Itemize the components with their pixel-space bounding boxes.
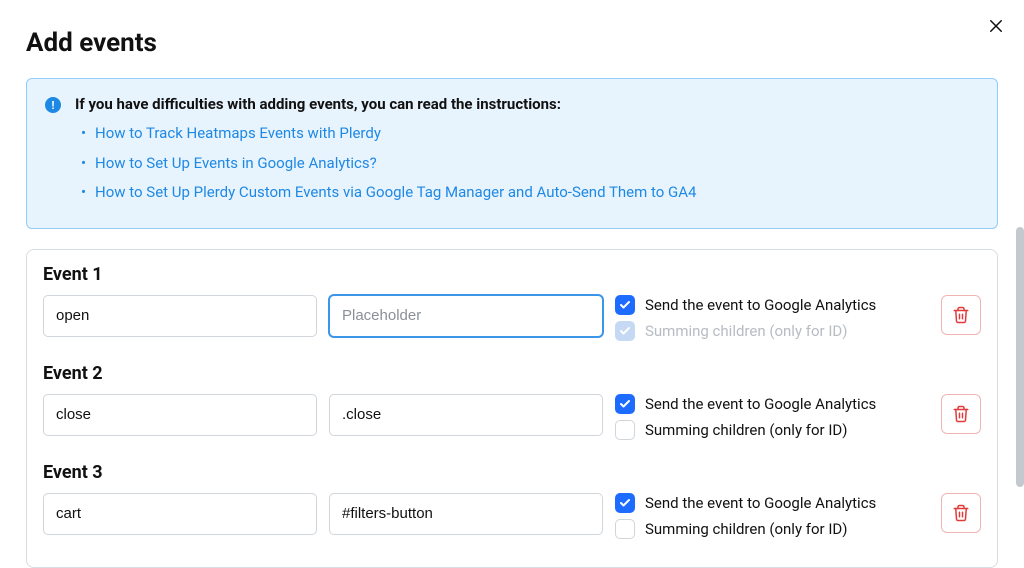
close-icon	[987, 17, 1005, 35]
trash-icon	[952, 504, 970, 522]
check-icon	[619, 497, 631, 509]
info-icon: !	[45, 97, 61, 113]
event-title: Event 2	[43, 363, 981, 384]
event-row: Send the event to Google Analytics Summi…	[43, 295, 981, 341]
events-panel: Event 1 Send the event to Google Analyti…	[26, 249, 998, 568]
ga-check-label: Send the event to Google Analytics	[645, 494, 876, 512]
sum-checkbox	[615, 321, 635, 341]
delete-event-button[interactable]	[941, 493, 981, 533]
info-link[interactable]: How to Track Heatmaps Events with Plerdy	[95, 124, 381, 142]
sum-check-row: Summing children (only for ID)	[615, 321, 897, 341]
ga-checkbox[interactable]	[615, 394, 635, 414]
trash-icon	[952, 405, 970, 423]
info-link[interactable]: How to Set Up Events in Google Analytics…	[95, 154, 377, 172]
info-link[interactable]: How to Set Up Plerdy Custom Events via G…	[95, 183, 696, 201]
check-icon	[619, 398, 631, 410]
event-selector-input[interactable]	[329, 394, 603, 436]
ga-checkbox[interactable]	[615, 493, 635, 513]
sum-checkbox[interactable]	[615, 519, 635, 539]
event-name-input[interactable]	[43, 493, 317, 535]
event-row: Send the event to Google Analytics Summi…	[43, 493, 981, 539]
modal-header: Add events	[26, 28, 998, 58]
modal-title: Add events	[26, 28, 998, 58]
scrollbar[interactable]	[1016, 227, 1024, 487]
sum-check-row: Summing children (only for ID)	[615, 519, 897, 539]
event-checks: Send the event to Google Analytics Summi…	[615, 493, 897, 539]
check-icon	[619, 299, 631, 311]
event-selector-input[interactable]	[329, 493, 603, 535]
info-heading: If you have difficulties with adding eve…	[75, 95, 979, 113]
ga-checkbox[interactable]	[615, 295, 635, 315]
trash-icon	[952, 306, 970, 324]
sum-check-label: Summing children (only for ID)	[645, 322, 848, 340]
event-selector-input[interactable]	[329, 295, 603, 337]
event-name-input[interactable]	[43, 394, 317, 436]
event-checks: Send the event to Google Analytics Summi…	[615, 394, 897, 440]
ga-check-label: Send the event to Google Analytics	[645, 296, 876, 314]
ga-check-label: Send the event to Google Analytics	[645, 395, 876, 413]
event-block: Event 3 Send the event to Google Analyti…	[43, 462, 981, 539]
delete-event-button[interactable]	[941, 295, 981, 335]
sum-checkbox[interactable]	[615, 420, 635, 440]
ga-check-row: Send the event to Google Analytics	[615, 394, 897, 414]
event-block: Event 2 Send the event to Google Analyti…	[43, 363, 981, 440]
info-content: If you have difficulties with adding eve…	[75, 95, 979, 210]
sum-check-row: Summing children (only for ID)	[615, 420, 897, 440]
event-name-input[interactable]	[43, 295, 317, 337]
check-icon	[619, 325, 631, 337]
delete-event-button[interactable]	[941, 394, 981, 434]
event-title: Event 1	[43, 264, 981, 285]
ga-check-row: Send the event to Google Analytics	[615, 295, 897, 315]
ga-check-row: Send the event to Google Analytics	[615, 493, 897, 513]
event-title: Event 3	[43, 462, 981, 483]
event-checks: Send the event to Google Analytics Summi…	[615, 295, 897, 341]
event-row: Send the event to Google Analytics Summi…	[43, 394, 981, 440]
sum-check-label: Summing children (only for ID)	[645, 421, 848, 439]
info-links-list: How to Track Heatmaps Events with Plerdy…	[75, 121, 979, 206]
info-banner: ! If you have difficulties with adding e…	[26, 78, 998, 229]
event-block: Event 1 Send the event to Google Analyti…	[43, 264, 981, 341]
add-events-modal: Add events ! If you have difficulties wi…	[0, 0, 1024, 568]
sum-check-label: Summing children (only for ID)	[645, 520, 848, 538]
close-button[interactable]	[984, 14, 1008, 38]
